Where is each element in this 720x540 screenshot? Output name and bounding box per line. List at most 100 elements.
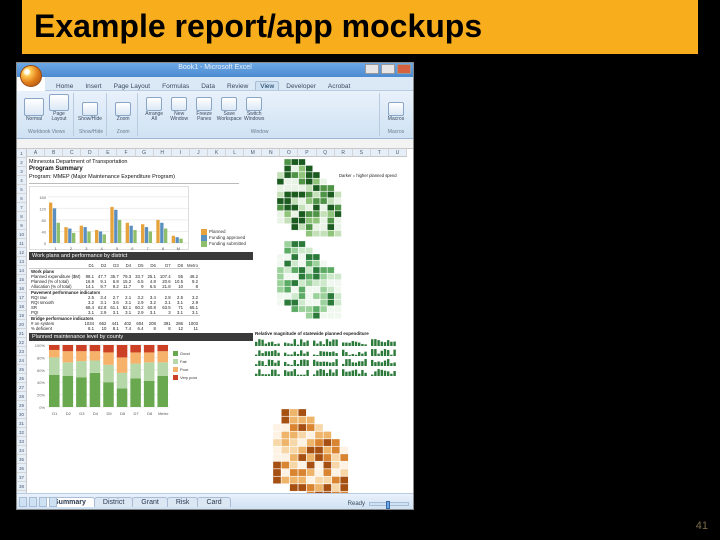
minimize-button[interactable]	[365, 64, 379, 74]
sheet-nav-buttons[interactable]	[19, 497, 58, 507]
ribbon-btn-page-layout[interactable]: Page Layout	[48, 94, 70, 122]
zoom-slider[interactable]	[369, 502, 409, 506]
window-title: Book1 - Microsoft Excel	[17, 64, 413, 71]
svg-text:0: 0	[44, 241, 47, 246]
sheet-nav-last[interactable]	[49, 497, 57, 507]
svg-text:D8: D8	[147, 411, 153, 416]
svg-text:6: 6	[131, 246, 134, 251]
row-headers[interactable]: 1234567891011121314151617181920212223242…	[17, 149, 27, 493]
ribbon-btn-zoom[interactable]: Zoom	[112, 94, 134, 122]
sparklines-block: Relative magnitude of statewide planned …	[255, 331, 405, 378]
ribbon-group-workbook-views: Normal Page Layout Workbook Views	[20, 93, 74, 136]
svg-text:D1: D1	[52, 411, 58, 416]
svg-text:40%: 40%	[37, 380, 45, 385]
svg-text:160: 160	[39, 195, 46, 200]
formula-bar[interactable]	[17, 139, 413, 149]
ribbon-btn-switch-windows[interactable]: Switch Windows	[243, 94, 265, 122]
sheet-nav-next[interactable]	[39, 497, 47, 507]
ribbon-tab-formulas[interactable]: Formulas	[157, 81, 194, 90]
sheet-tab-grant[interactable]: Grant	[132, 497, 168, 507]
report-org: Minnesota Department of Transportation	[29, 159, 239, 166]
sheet-content: Minnesota Department of Transportation P…	[29, 159, 407, 491]
svg-text:D5: D5	[106, 411, 112, 416]
svg-text:7: 7	[147, 246, 150, 251]
svg-text:8: 8	[162, 246, 165, 251]
sheet-nav-first[interactable]	[19, 497, 27, 507]
worksheet-area[interactable]: 1234567891011121314151617181920212223242…	[17, 149, 413, 493]
svg-text:0%: 0%	[39, 405, 45, 410]
ribbon-btn-show-hide[interactable]: Show/Hide	[79, 94, 101, 122]
report-subtitle: Program: MMEP (Major Maintenance Expendi…	[29, 174, 239, 181]
ribbon-tab-acrobat[interactable]: Acrobat	[323, 81, 355, 90]
svg-text:2: 2	[70, 246, 73, 251]
svg-text:100%: 100%	[35, 343, 46, 348]
ribbon: Normal Page Layout Workbook Views Show/H…	[17, 91, 413, 139]
svg-text:D4: D4	[93, 411, 99, 416]
chart-legend: Planned Funding approved Funding submitt…	[201, 229, 246, 247]
ribbon-tab-strip: Home Insert Page Layout Formulas Data Re…	[45, 77, 413, 91]
ribbon-tab-page-layout[interactable]: Page Layout	[109, 81, 156, 90]
map-expenditure	[277, 159, 349, 237]
svg-text:80: 80	[42, 218, 47, 223]
ribbon-btn-normal[interactable]: Normal	[23, 94, 45, 122]
sheet-tab-card[interactable]: Card	[197, 497, 230, 507]
sparklines-title: Relative magnitude of statewide planned …	[255, 331, 405, 336]
svg-text:Fair: Fair	[180, 359, 188, 364]
sheet-tab-strip: Summary District Grant Risk Card Ready	[17, 493, 413, 509]
map-condition	[277, 241, 349, 319]
sheet-nav-prev[interactable]	[29, 497, 37, 507]
close-button[interactable]	[397, 64, 411, 74]
district-table: D1D2D3D4D5D6D7D8MetroWork plansPlanned e…	[29, 263, 200, 331]
svg-text:Metro: Metro	[158, 411, 169, 416]
ribbon-tab-home[interactable]: Home	[51, 81, 78, 90]
svg-text:D3: D3	[79, 411, 85, 416]
svg-text:20%: 20%	[37, 393, 45, 398]
sheet-tab-district[interactable]: District	[94, 497, 133, 507]
map-ratio	[273, 409, 357, 493]
caption-line: for report	[424, 149, 505, 171]
svg-text:3: 3	[85, 246, 88, 251]
excel-window: Book1 - Microsoft Excel Home Insert Page…	[16, 62, 414, 510]
sheet-tab-risk[interactable]: Risk	[167, 497, 199, 507]
ribbon-btn-arrange-all[interactable]: Arrange All	[143, 94, 165, 122]
svg-text:M: M	[177, 246, 180, 251]
report-header: Minnesota Department of Transportation P…	[29, 159, 239, 184]
svg-text:Good: Good	[180, 351, 190, 356]
section-header-maintenance: Planned maintenance level by county	[29, 333, 253, 341]
ribbon-tab-data[interactable]: Data	[196, 81, 220, 90]
ribbon-btn-save-workspace[interactable]: Save Workspace	[218, 94, 240, 122]
ribbon-group-zoom: Zoom Zoom	[109, 93, 138, 136]
ribbon-group-window: Arrange All New Window Freeze Panes Save…	[140, 93, 380, 136]
column-headers[interactable]: ABCDEFGHIJKLMNOPQRSTU	[27, 149, 407, 157]
office-orb-button[interactable]	[20, 65, 42, 87]
svg-text:80%: 80%	[37, 355, 45, 360]
ribbon-tab-developer[interactable]: Developer	[281, 81, 321, 90]
caption-line: Using Excel	[424, 125, 530, 147]
section-header-districts: Work plans and performance by district	[29, 252, 253, 260]
ribbon-tab-view[interactable]: View	[255, 81, 279, 90]
slide-title: Example report/app mockups	[34, 8, 482, 45]
page-number: 41	[696, 520, 708, 532]
svg-text:1: 1	[55, 246, 58, 251]
ribbon-group-show-hide: Show/Hide Show/Hide	[76, 93, 107, 136]
svg-text:D7: D7	[134, 411, 140, 416]
ribbon-tab-insert[interactable]: Insert	[80, 81, 106, 90]
ribbon-btn-freeze-panes[interactable]: Freeze Panes	[193, 94, 215, 122]
svg-text:5: 5	[116, 246, 119, 251]
ribbon-tab-review[interactable]: Review	[222, 81, 253, 90]
svg-text:120: 120	[39, 206, 46, 211]
svg-text:Poor: Poor	[180, 367, 189, 372]
window-titlebar[interactable]: Book1 - Microsoft Excel	[17, 63, 413, 77]
ribbon-btn-new-window[interactable]: New Window	[168, 94, 190, 122]
report-title: Program Summary	[29, 166, 239, 174]
ribbon-group-macros: Macros Macros	[382, 93, 410, 136]
svg-text:60%: 60%	[37, 368, 45, 373]
status-label: Ready	[348, 501, 365, 507]
slide-caption: Using Excel for report mock-ups	[424, 124, 530, 196]
maintenance-stacked-chart: 0%20%40%60%80%100%D1D2D3D4D5D6D7D8MetroG…	[29, 343, 209, 417]
svg-text:40: 40	[42, 230, 47, 235]
status-bar: Ready	[348, 501, 409, 507]
ribbon-btn-macros[interactable]: Macros	[385, 94, 407, 122]
maximize-button[interactable]	[381, 64, 395, 74]
svg-text:D6: D6	[120, 411, 126, 416]
